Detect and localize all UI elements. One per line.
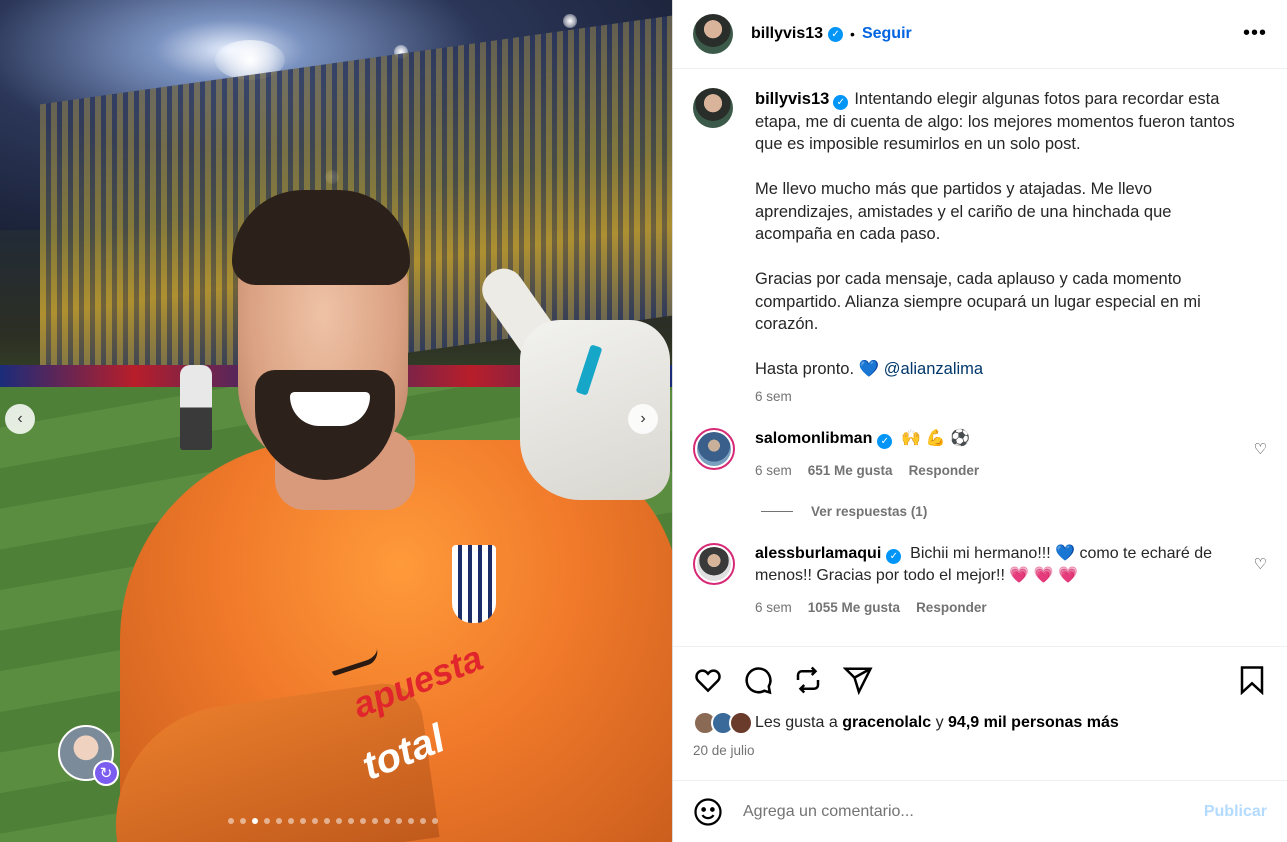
comment-time[interactable]: 6 sem (755, 460, 792, 482)
post-caption: billyvis13 ✓ Intentando elegir algunas fot… (693, 88, 1267, 403)
commenter-avatar[interactable] (693, 543, 735, 585)
carousel-dot (288, 818, 294, 824)
likes-others[interactable]: 94,9 mil personas más (948, 714, 1119, 732)
carousel-dot (276, 818, 282, 824)
caption-paragraph: Gracias por cada mensaje, cada aplauso y… (755, 270, 1201, 333)
carousel-dot (348, 818, 354, 824)
add-comment-bar: Publicar (673, 780, 1287, 842)
caption-avatar[interactable] (693, 88, 733, 128)
carousel-next-button[interactable]: › (628, 404, 658, 434)
liker-avatars (693, 711, 753, 735)
comment-text: 🙌 💪 ⚽ (901, 430, 970, 447)
carousel-dot (432, 818, 438, 824)
carousel-dot (300, 818, 306, 824)
verified-badge-icon: ✓ (828, 26, 844, 42)
repost-icon[interactable] (793, 665, 823, 695)
carousel-dot (240, 818, 246, 824)
carousel-dots (228, 818, 438, 824)
caption-text: billyvis13 ✓ Intentando elegir algunas fot… (755, 88, 1235, 403)
club-crest (452, 545, 496, 623)
publish-button[interactable]: Publicar (1204, 803, 1267, 821)
view-replies-label[interactable]: Ver respuestas (1) (811, 504, 927, 519)
carousel-dot (252, 818, 258, 824)
carousel-dot (360, 818, 366, 824)
reply-button[interactable]: Responder (909, 460, 980, 482)
carousel-dot (396, 818, 402, 824)
carousel-dot (312, 818, 318, 824)
carousel-dot (264, 818, 270, 824)
caption-paragraph: Me llevo mucho más que partidos y atajad… (755, 180, 1172, 243)
author-username[interactable]: billyvis13 (751, 25, 823, 43)
carousel-dot (408, 818, 414, 824)
separator: • (850, 26, 855, 42)
avatar (729, 711, 753, 735)
carousel-dot (336, 818, 342, 824)
reply-button[interactable]: Responder (916, 597, 987, 619)
carousel-dot (372, 818, 378, 824)
post-actions: Les gusta a gracenolalc y 94,9 mil perso… (673, 646, 1287, 758)
comment-likes[interactable]: 651 Me gusta (808, 460, 893, 482)
author-avatar[interactable] (693, 14, 733, 54)
comment-input[interactable] (743, 802, 1204, 821)
carousel-dot (420, 818, 426, 824)
floodlight (563, 14, 577, 28)
replies-line (761, 511, 793, 512)
heart-outline-icon[interactable] (693, 665, 723, 695)
collab-icon[interactable]: ↻ (93, 760, 119, 786)
smiley-icon[interactable] (693, 797, 723, 827)
comment-likes[interactable]: 1055 Me gusta (808, 597, 900, 619)
caption-username[interactable]: billyvis13 (755, 90, 829, 108)
verified-badge-icon: ✓ (833, 95, 849, 110)
comment-like-icon[interactable]: ♡ (1254, 555, 1267, 573)
view-replies-button[interactable]: Ver respuestas (1) (761, 504, 1267, 519)
likes-connector: y (935, 714, 944, 731)
liker-username[interactable]: gracenolalc (842, 714, 931, 732)
mention-link[interactable]: @alianzalima (884, 360, 983, 378)
post-side-panel: billyvis13 ✓ • Seguir ••• billyvis13 ✓ Int… (672, 0, 1287, 842)
post-header: billyvis13 ✓ • Seguir ••• (673, 0, 1287, 69)
comment-item: salomonlibman ✓ 🙌 💪 ⚽ 6 sem 651 Me gusta … (693, 428, 1267, 482)
commenter-username[interactable]: salomonlibman (755, 430, 872, 447)
likes-prefix: Les gusta a (755, 714, 838, 731)
likes-summary[interactable]: Les gusta a gracenolalc y 94,9 mil perso… (693, 711, 1267, 735)
comments-list[interactable]: billyvis13 ✓ Intentando elegir algunas fot… (673, 70, 1287, 646)
carousel-dot (384, 818, 390, 824)
carousel-dot (324, 818, 330, 824)
verified-badge-icon: ✓ (877, 434, 893, 449)
caption-paragraph: Hasta pronto. (755, 360, 855, 378)
action-icons (693, 647, 1267, 713)
carousel-prev-button[interactable]: ‹ (5, 404, 35, 434)
post-photo[interactable]: apuesta total ‹ › ↻ (0, 0, 672, 842)
comment-time[interactable]: 6 sem (755, 597, 792, 619)
follow-button[interactable]: Seguir (862, 25, 912, 43)
speech-bubble-icon[interactable] (743, 665, 773, 695)
bookmark-icon[interactable] (1237, 665, 1267, 695)
verified-badge-icon: ✓ (886, 549, 902, 564)
commenter-avatar[interactable] (693, 428, 735, 470)
background-person (180, 365, 212, 450)
comment-item: alessburlamaqui ✓ Bichii mi hermano!!! 💙 … (693, 543, 1267, 619)
commenter-username[interactable]: alessburlamaqui (755, 545, 881, 562)
carousel-dot (228, 818, 234, 824)
more-options-icon[interactable]: ••• (1243, 22, 1267, 45)
post-date[interactable]: 20 de julio (693, 743, 1267, 758)
comment-like-icon[interactable]: ♡ (1254, 440, 1267, 458)
blue-heart-emoji: 💙 (858, 360, 880, 378)
paper-plane-icon[interactable] (843, 665, 873, 695)
